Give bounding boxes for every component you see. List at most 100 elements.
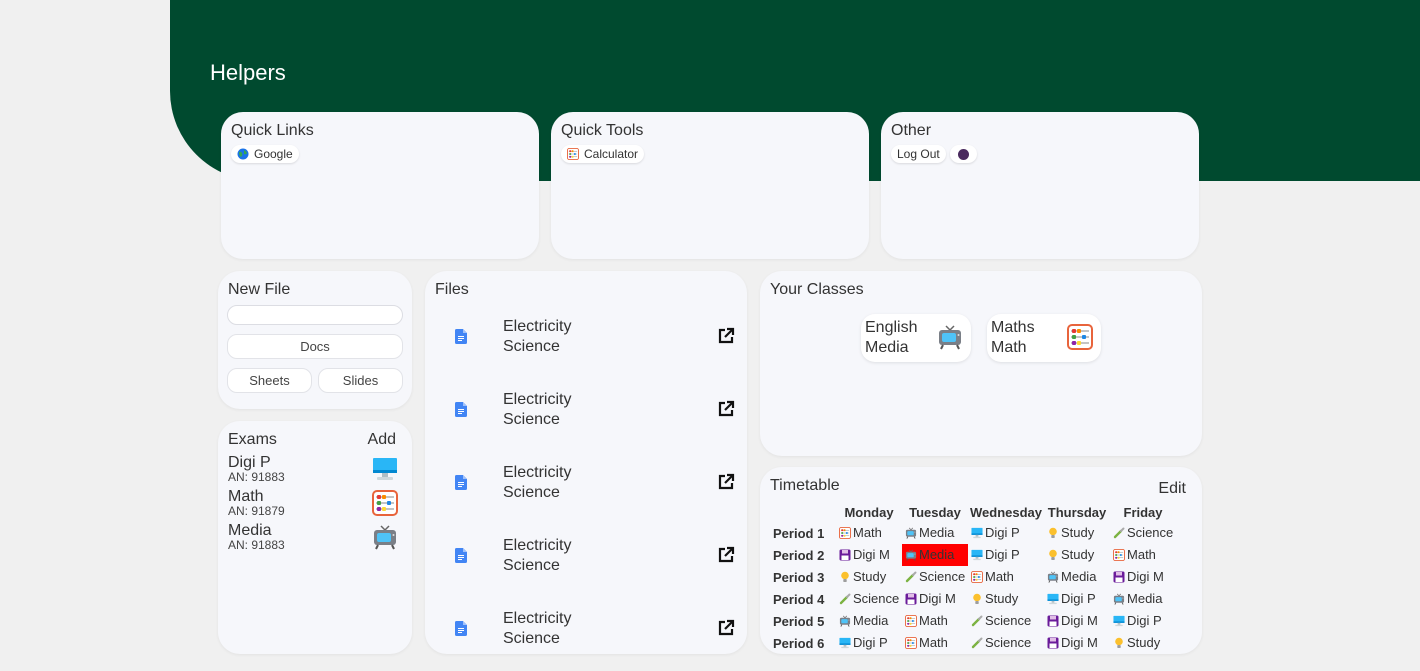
timetable-row: Period 5 Media Math Science Digi M Digi P bbox=[770, 610, 1176, 632]
timetable-cell[interactable]: Digi P bbox=[836, 632, 902, 654]
log-out-button[interactable]: Log Out bbox=[891, 145, 946, 163]
timetable-cell[interactable]: Math bbox=[968, 566, 1044, 588]
floppy-disk-icon bbox=[905, 593, 917, 608]
google-docs-icon bbox=[455, 402, 467, 422]
timetable-cell[interactable]: Media bbox=[1110, 588, 1176, 610]
lightbulb-icon bbox=[1113, 637, 1125, 652]
file-name: Electricity bbox=[503, 318, 572, 335]
timetable-cell-label: Digi M bbox=[919, 590, 956, 606]
timetable-cell-label: Media bbox=[1061, 568, 1097, 584]
timetable-cell[interactable]: Digi M bbox=[1110, 566, 1176, 588]
day-header: Tuesday bbox=[909, 504, 961, 520]
timetable-cell[interactable]: Math bbox=[1110, 544, 1176, 566]
desktop-computer-icon bbox=[1113, 615, 1125, 630]
timetable-row: Period 1 Math Media Digi P Study Science bbox=[770, 522, 1176, 544]
timetable-cell[interactable]: Study bbox=[836, 566, 902, 588]
open-external-icon[interactable] bbox=[717, 327, 735, 350]
period-label: Period 4 bbox=[773, 591, 825, 607]
timetable-cell[interactable]: Science bbox=[1110, 522, 1176, 544]
timetable-cell-label: Digi M bbox=[1061, 612, 1098, 628]
file-item[interactable]: Electricity Science bbox=[455, 463, 735, 513]
exams-title: Exams bbox=[228, 431, 277, 448]
class-card-maths-math[interactable]: Maths Math bbox=[987, 314, 1101, 362]
timetable-cell-label: Study bbox=[1061, 546, 1095, 562]
floppy-disk-icon bbox=[1047, 615, 1059, 630]
calculator-tool[interactable]: Calculator bbox=[561, 145, 645, 163]
account-button[interactable] bbox=[949, 145, 977, 163]
timetable-cell[interactable]: Study bbox=[1110, 632, 1176, 654]
new-docs-button[interactable]: Docs bbox=[227, 334, 403, 359]
add-exam-button[interactable]: Add bbox=[368, 431, 396, 449]
open-external-icon[interactable] bbox=[717, 619, 735, 642]
new-slides-button[interactable]: Slides bbox=[318, 368, 403, 393]
file-item[interactable]: Electricity Science bbox=[455, 536, 735, 586]
desktop-computer-icon bbox=[971, 549, 983, 564]
google-link[interactable]: Google bbox=[231, 145, 299, 163]
exam-item[interactable]: Digi P AN: 91883 bbox=[228, 454, 398, 484]
file-item[interactable]: Electricity Science bbox=[455, 317, 735, 367]
abacus-icon bbox=[567, 148, 579, 160]
period-label: Period 2 bbox=[773, 547, 825, 563]
timetable-cell-label: Study bbox=[853, 568, 887, 584]
file-name: Electricity bbox=[503, 391, 572, 408]
timetable-cell[interactable]: Digi P bbox=[968, 544, 1044, 566]
timetable-cell[interactable]: Media bbox=[902, 544, 968, 566]
television-icon bbox=[937, 324, 963, 350]
open-external-icon[interactable] bbox=[717, 546, 735, 569]
exam-item[interactable]: Media AN: 91883 bbox=[228, 522, 398, 552]
timetable-cell-label: Science bbox=[985, 634, 1032, 650]
timetable-cell[interactable]: Math bbox=[902, 632, 968, 654]
open-external-icon[interactable] bbox=[717, 473, 735, 496]
timetable-row: Period 4 Science Digi M Study Digi P Media bbox=[770, 588, 1176, 610]
class-line1: English bbox=[865, 319, 918, 336]
other-title: Other bbox=[891, 122, 932, 139]
timetable-row: Period 2 Digi M Media Digi P Study Math bbox=[770, 544, 1176, 566]
timetable-cell[interactable]: Science bbox=[968, 632, 1044, 654]
file-subject: Science bbox=[503, 484, 560, 501]
class-name: English Media bbox=[865, 318, 917, 358]
class-card-english-media[interactable]: English Media bbox=[861, 314, 971, 362]
timetable-cell[interactable]: Digi P bbox=[1110, 610, 1176, 632]
timetable-cell[interactable]: Media bbox=[1044, 566, 1110, 588]
timetable-cell[interactable]: Digi M bbox=[1044, 610, 1110, 632]
other-card: Other Log Out bbox=[881, 112, 1199, 259]
timetable-cell[interactable]: Math bbox=[836, 522, 902, 544]
new-sheets-button[interactable]: Sheets bbox=[227, 368, 312, 393]
open-external-icon[interactable] bbox=[717, 400, 735, 423]
class-line2: Media bbox=[865, 339, 909, 356]
period-label: Period 3 bbox=[773, 569, 825, 585]
timetable-cell[interactable]: Digi P bbox=[1044, 588, 1110, 610]
pipette-icon bbox=[971, 615, 983, 630]
floppy-disk-icon bbox=[839, 549, 851, 564]
lightbulb-icon bbox=[971, 593, 983, 608]
exam-item[interactable]: Math AN: 91879 bbox=[228, 488, 398, 518]
timetable-cell[interactable]: Digi M bbox=[1044, 632, 1110, 654]
timetable-cell[interactable]: Study bbox=[1044, 544, 1110, 566]
timetable-edit-button[interactable]: Edit bbox=[1158, 480, 1186, 498]
file-item[interactable]: Electricity Science bbox=[455, 390, 735, 440]
timetable-cell[interactable]: Study bbox=[968, 588, 1044, 610]
file-item[interactable]: Electricity Science bbox=[455, 609, 735, 654]
floppy-disk-icon bbox=[1047, 637, 1059, 652]
timetable-cell[interactable]: Science bbox=[902, 566, 968, 588]
exams-card: Exams Add Digi P AN: 91883 Math AN: 9187… bbox=[218, 421, 412, 654]
timetable-cell[interactable]: Science bbox=[836, 588, 902, 610]
timetable-cell[interactable]: Digi P bbox=[968, 522, 1044, 544]
desktop-computer-icon bbox=[372, 456, 398, 482]
television-icon bbox=[839, 615, 851, 630]
timetable-cell[interactable]: Study bbox=[1044, 522, 1110, 544]
timetable-cell-label: Science bbox=[985, 612, 1032, 628]
television-icon bbox=[1113, 593, 1125, 608]
timetable-cell[interactable]: Math bbox=[902, 610, 968, 632]
timetable-cell[interactable]: Science bbox=[968, 610, 1044, 632]
new-file-name-input[interactable] bbox=[227, 305, 403, 325]
timetable-cell[interactable]: Digi M bbox=[836, 544, 902, 566]
timetable-cell[interactable]: Media bbox=[902, 522, 968, 544]
television-icon bbox=[905, 527, 917, 542]
your-classes-title: Your Classes bbox=[770, 281, 864, 298]
timetable-cell-label: Study bbox=[1127, 634, 1161, 650]
google-link-label: Google bbox=[254, 147, 293, 161]
calculator-tool-label: Calculator bbox=[584, 147, 639, 161]
timetable-cell[interactable]: Digi M bbox=[902, 588, 968, 610]
timetable-cell[interactable]: Media bbox=[836, 610, 902, 632]
